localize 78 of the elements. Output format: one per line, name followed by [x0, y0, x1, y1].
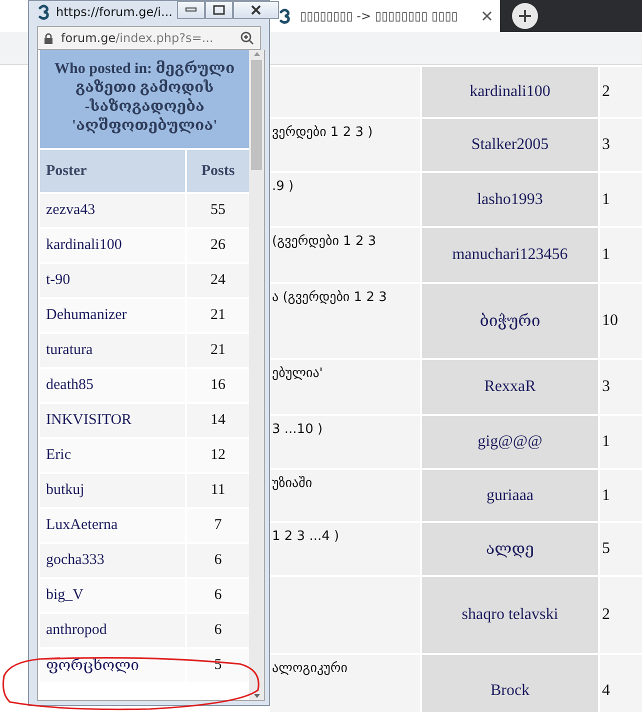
post-count: 2 [600, 67, 642, 117]
poster-name[interactable]: manuchari123456 [422, 228, 598, 282]
topic-cell[interactable]: 3 ...10 ) [270, 416, 420, 468]
post-count: 14 [187, 404, 249, 437]
minimize-icon [185, 7, 198, 13]
post-count: 21 [187, 299, 249, 332]
minimize-button[interactable] [177, 1, 206, 19]
window-title: https://forum.ge/i... [56, 5, 172, 19]
poster-name[interactable]: kardinali100 [40, 229, 185, 262]
poster-name[interactable]: RexxaR [422, 360, 598, 414]
post-count: 6 [187, 614, 249, 647]
column-header: Poster [40, 150, 185, 192]
post-count: 11 [187, 474, 249, 507]
post-count: 21 [187, 334, 249, 367]
post-count: 55 [187, 194, 249, 227]
post-count: 10 [600, 284, 642, 358]
post-count: 4 [600, 655, 642, 712]
poster-name[interactable]: turatura [40, 334, 185, 367]
address-bar[interactable]: forum.ge/index.php?s=... [37, 26, 261, 50]
poster-name[interactable]: t-90 [40, 264, 185, 297]
poster-name[interactable]: kardinali100 [422, 67, 598, 117]
new-tab-button[interactable] [512, 3, 538, 29]
topic-cell[interactable]: ალოგიკური [270, 655, 420, 712]
close-icon [250, 5, 262, 15]
topic-cell[interactable]: უზიაში [270, 470, 420, 521]
post-count: 26 [187, 229, 249, 262]
popup-heading: Who posted in: მეგრული გაზეთი გამოდის -საზოგადოება 'აღშფოთებულია' [40, 50, 250, 148]
post-count: 1 [600, 173, 642, 226]
maximize-button[interactable] [205, 1, 234, 19]
scrollbar-thumb[interactable] [251, 60, 262, 170]
topic-cell[interactable]: ა (გვერდები 1 2 3 [270, 284, 420, 358]
topic-cell[interactable]: (გვერდები 1 2 3 [270, 228, 420, 282]
topic-cell[interactable]: 1 2 3 ...4 ) [270, 523, 420, 575]
site-logo-icon [37, 4, 51, 20]
post-count: 1 [600, 416, 642, 468]
post-count: 3 [600, 360, 642, 414]
post-count: 1 [600, 228, 642, 282]
poster-name[interactable]: ფორცხოლი [40, 649, 185, 682]
poster-name[interactable]: lasho1993 [422, 173, 598, 226]
topic-cell[interactable]: ვერდები 1 2 3 ) [270, 119, 420, 171]
post-count: 2 [600, 577, 642, 653]
poster-name[interactable]: shaqro telavski [422, 577, 598, 653]
post-count: 7 [187, 509, 249, 542]
poster-name[interactable]: anthropod [40, 614, 185, 647]
poster-name[interactable]: zezva43 [40, 194, 185, 227]
maximize-icon [213, 5, 226, 15]
poster-name[interactable]: Dehumanizer [40, 299, 185, 332]
poster-name[interactable]: gocha333 [40, 544, 185, 577]
post-count: 6 [187, 544, 249, 577]
post-count: 5 [600, 523, 642, 575]
poster-name[interactable]: guriaaa [422, 470, 598, 521]
poster-name[interactable]: death85 [40, 369, 185, 402]
poster-name[interactable]: Eric [40, 439, 185, 472]
plus-icon [518, 9, 532, 23]
poster-name[interactable]: LuxAeterna [40, 509, 185, 542]
poster-name[interactable]: Stalker2005 [422, 119, 598, 171]
close-icon[interactable] [482, 11, 492, 21]
site-logo-icon [278, 8, 292, 24]
poster-name[interactable]: gig@@@ [422, 416, 598, 468]
topic-cell[interactable]: ებულია' [270, 360, 420, 414]
post-count: 1 [600, 470, 642, 521]
close-button[interactable] [233, 1, 280, 19]
lock-icon [44, 32, 53, 44]
poster-name[interactable]: INKVISITOR [40, 404, 185, 437]
post-count: 12 [187, 439, 249, 472]
topic-cell[interactable]: .9 ) [270, 173, 420, 226]
post-count: 24 [187, 264, 249, 297]
zoom-icon[interactable] [240, 31, 254, 45]
scroll-down-icon[interactable] [252, 692, 261, 700]
post-count: 3 [600, 119, 642, 171]
poster-name[interactable]: Brock [422, 655, 598, 712]
column-header: Posts [187, 150, 249, 192]
post-count: 6 [187, 579, 249, 612]
post-count: 16 [187, 369, 249, 402]
poster-name[interactable]: ალდე [422, 523, 598, 575]
poster-name[interactable]: butkuj [40, 474, 185, 507]
poster-name[interactable]: big_V [40, 579, 185, 612]
poster-name[interactable]: ბიჭური [422, 284, 598, 358]
